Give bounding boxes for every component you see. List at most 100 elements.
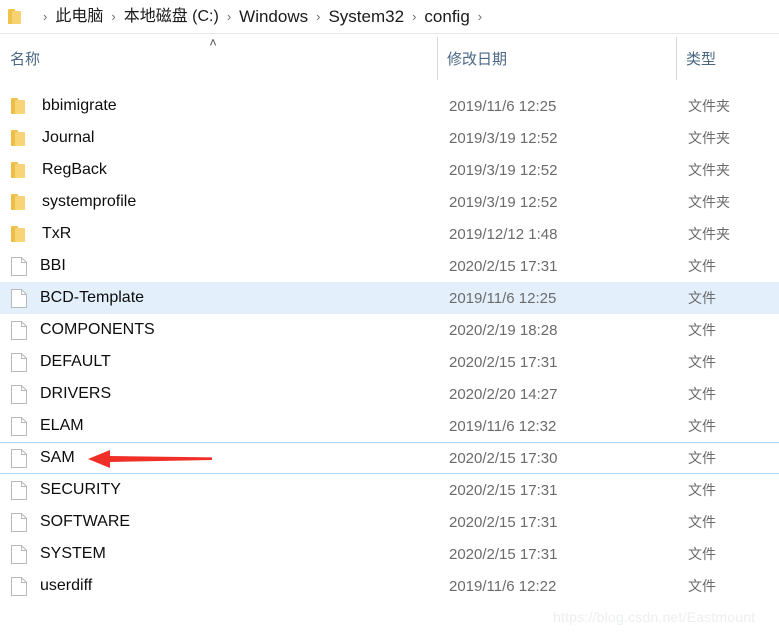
row-name-label: DEFAULT xyxy=(40,353,111,370)
row-name-label: SECURITY xyxy=(40,481,121,498)
row-name-cell[interactable]: TxR xyxy=(0,225,437,243)
table-row[interactable]: systemprofile 2019/3/19 12:52 文件夹 xyxy=(0,186,779,218)
breadcrumb[interactable]: › 此电脑 › 本地磁盘 (C:) › Windows › System32 ›… xyxy=(0,0,779,34)
folder-icon xyxy=(11,162,29,178)
row-name-cell[interactable]: systemprofile xyxy=(0,193,437,211)
row-name-label: RegBack xyxy=(42,161,107,178)
row-name-cell[interactable]: userdiff xyxy=(0,576,437,596)
row-date-modified: 2019/3/19 12:52 xyxy=(449,193,558,211)
row-date-modified: 2020/2/19 18:28 xyxy=(449,321,558,339)
table-row[interactable]: Journal 2019/3/19 12:52 文件夹 xyxy=(0,122,779,154)
sort-ascending-icon: ˄ xyxy=(209,35,217,50)
row-type: 文件 xyxy=(688,386,716,402)
table-row[interactable]: DRIVERS 2020/2/20 14:27 文件 xyxy=(0,378,779,410)
table-row[interactable]: bbimigrate 2019/11/6 12:25 文件夹 xyxy=(0,90,779,122)
row-name-cell[interactable]: COMPONENTS xyxy=(0,320,437,340)
row-date-modified: 2020/2/15 17:31 xyxy=(449,481,558,499)
row-name-label: ELAM xyxy=(40,417,84,434)
row-date-modified: 2019/11/6 12:25 xyxy=(449,97,557,115)
row-date-modified: 2019/11/6 12:22 xyxy=(449,577,557,595)
row-type: 文件夹 xyxy=(688,162,730,178)
watermark-text: https://blog.csdn.net/Eastmount xyxy=(553,609,756,625)
file-list: bbimigrate 2019/11/6 12:25 文件夹 Journal 2019/… xyxy=(0,90,779,602)
table-row[interactable]: SAM 2020/2/15 17:30 文件 xyxy=(0,442,779,474)
file-icon xyxy=(11,448,27,468)
breadcrumb-item-config[interactable]: config xyxy=(424,6,469,28)
row-name-cell[interactable]: DEFAULT xyxy=(0,352,437,372)
row-date-modified: 2020/2/15 17:30 xyxy=(449,449,558,467)
row-type: 文件 xyxy=(688,578,716,594)
row-type: 文件 xyxy=(688,514,716,530)
row-name-label: COMPONENTS xyxy=(40,321,155,338)
column-header-row: 名称 修改日期 类型 xyxy=(0,35,779,82)
row-name-label: SOFTWARE xyxy=(40,513,131,530)
row-type: 文件 xyxy=(688,482,716,498)
row-name-cell[interactable]: DRIVERS xyxy=(0,384,437,404)
column-header-name-label: 名称 xyxy=(10,51,41,68)
table-row[interactable]: BBI 2020/2/15 17:31 文件 xyxy=(0,250,779,282)
column-header-type[interactable]: 类型 xyxy=(676,35,779,82)
row-type: 文件夹 xyxy=(688,130,730,146)
row-name-cell[interactable]: SAM xyxy=(0,448,437,468)
table-row[interactable]: SECURITY 2020/2/15 17:31 文件 xyxy=(0,474,779,506)
row-type: 文件 xyxy=(688,290,716,306)
row-name-label: SYSTEM xyxy=(40,545,106,562)
file-icon xyxy=(11,288,27,308)
row-name-label: userdiff xyxy=(40,577,93,594)
row-date-modified: 2020/2/15 17:31 xyxy=(449,257,558,275)
breadcrumb-item-system32[interactable]: System32 xyxy=(328,6,404,28)
row-name-label: systemprofile xyxy=(42,193,137,210)
row-date-modified: 2019/12/12 1:48 xyxy=(449,225,558,243)
row-name-cell[interactable]: BBI xyxy=(0,256,437,276)
row-date-modified: 2019/3/19 12:52 xyxy=(449,129,558,147)
file-icon xyxy=(11,352,27,372)
row-name-cell[interactable]: BCD-Template xyxy=(0,288,437,308)
row-name-cell[interactable]: Journal xyxy=(0,129,437,147)
folder-icon xyxy=(8,9,25,24)
table-row[interactable]: ELAM 2019/11/6 12:32 文件 xyxy=(0,410,779,442)
breadcrumb-separator-4: › xyxy=(412,9,417,24)
breadcrumb-item-windows[interactable]: Windows xyxy=(239,6,308,28)
row-name-cell[interactable]: SOFTWARE xyxy=(0,512,437,532)
column-header-date-modified-label: 修改日期 xyxy=(447,51,508,68)
row-name-label: bbimigrate xyxy=(42,97,117,114)
table-row[interactable]: COMPONENTS 2020/2/19 18:28 文件 xyxy=(0,314,779,346)
folder-icon xyxy=(11,130,29,146)
row-type: 文件 xyxy=(688,354,716,370)
table-row[interactable]: TxR 2019/12/12 1:48 文件夹 xyxy=(0,218,779,250)
row-type: 文件夹 xyxy=(688,194,730,210)
row-name-cell[interactable]: ELAM xyxy=(0,416,437,436)
file-icon xyxy=(11,512,27,532)
file-icon xyxy=(11,576,27,596)
row-name-cell[interactable]: bbimigrate xyxy=(0,97,437,115)
column-header-type-label: 类型 xyxy=(686,51,717,68)
table-row[interactable]: userdiff 2019/11/6 12:22 文件 xyxy=(0,570,779,602)
row-name-label: BCD-Template xyxy=(40,289,145,306)
table-row[interactable]: SOFTWARE 2020/2/15 17:31 文件 xyxy=(0,506,779,538)
row-name-cell[interactable]: SECURITY xyxy=(0,480,437,500)
file-icon xyxy=(11,384,27,404)
column-header-date-modified[interactable]: 修改日期 xyxy=(437,35,676,82)
row-type: 文件夹 xyxy=(688,98,730,114)
row-type: 文件夹 xyxy=(688,226,730,242)
row-date-modified: 2020/2/15 17:31 xyxy=(449,513,558,531)
breadcrumb-separator-3: › xyxy=(316,9,321,24)
row-type: 文件 xyxy=(688,418,716,434)
row-name-label: Journal xyxy=(42,129,95,146)
row-date-modified: 2020/2/20 14:27 xyxy=(449,385,558,403)
row-name-cell[interactable]: RegBack xyxy=(0,161,437,179)
table-row[interactable]: SYSTEM 2020/2/15 17:31 文件 xyxy=(0,538,779,570)
row-type: 文件 xyxy=(688,258,716,274)
breadcrumb-separator-5[interactable]: › xyxy=(478,10,482,23)
row-name-label: DRIVERS xyxy=(40,385,112,402)
table-row[interactable]: RegBack 2019/3/19 12:52 文件夹 xyxy=(0,154,779,186)
row-name-label: TxR xyxy=(42,225,72,242)
row-type: 文件 xyxy=(688,322,716,338)
breadcrumb-separator-1: › xyxy=(111,9,116,24)
table-row[interactable]: BCD-Template 2019/11/6 12:25 文件 xyxy=(0,282,779,314)
breadcrumb-item-local-disk-c[interactable]: 本地磁盘 (C:) xyxy=(124,6,219,28)
row-type: 文件 xyxy=(688,450,716,466)
row-name-cell[interactable]: SYSTEM xyxy=(0,544,437,564)
breadcrumb-item-this-pc[interactable]: 此电脑 xyxy=(55,6,103,28)
table-row[interactable]: DEFAULT 2020/2/15 17:31 文件 xyxy=(0,346,779,378)
